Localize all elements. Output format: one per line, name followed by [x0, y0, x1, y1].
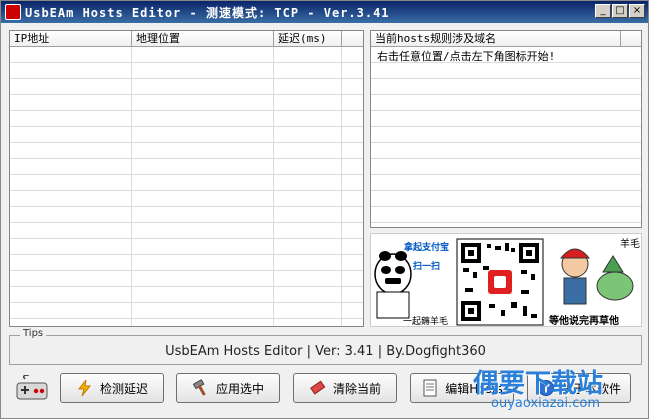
ad-text-mid: 扫一扫: [413, 262, 441, 272]
hosts-domain-table[interactable]: 当前hosts规则涉及域名 右击任意位置/点击左下角图标开始!: [370, 30, 642, 228]
column-divider: [273, 47, 274, 326]
apply-selected-label: 应用选中: [215, 381, 264, 396]
test-latency-button[interactable]: 检测延迟: [60, 373, 164, 403]
hint-text: 右击任意位置/点击左下角图标开始!: [377, 50, 556, 63]
clear-current-button[interactable]: 清除当前: [293, 373, 397, 403]
info-icon: [537, 379, 555, 397]
window-title: UsbEAm Hosts Editor - 测速模式: TCP - Ver.3.…: [25, 6, 390, 20]
gamepad-icon[interactable]: [15, 374, 49, 401]
tips-legend: Tips: [20, 328, 47, 339]
minimize-button[interactable]: _: [595, 4, 611, 18]
column-header-location[interactable]: 地理位置: [132, 31, 274, 47]
tips-text: UsbEAm Hosts Editor | Ver: 3.41 | By.Dog…: [165, 344, 486, 359]
title-bar[interactable]: UsbEAm Hosts Editor - 测速模式: TCP - Ver.3.…: [1, 1, 648, 23]
qr-ad-banner[interactable]: 拿起支付宝 扫一扫 一起薅羊毛 等他说完再草他 羊毛: [370, 233, 642, 327]
column-header-filler: [621, 31, 641, 47]
table-rows[interactable]: [371, 47, 641, 227]
maximize-button[interactable]: □: [612, 4, 628, 18]
column-header-domains[interactable]: 当前hosts规则涉及域名: [371, 31, 621, 47]
ad-tag: 羊毛: [620, 239, 640, 250]
ad-text-top: 拿起支付宝: [404, 243, 450, 253]
about-button[interactable]: 关于本软件: [527, 373, 631, 403]
document-icon: [421, 379, 439, 397]
tips-group: Tips UsbEAm Hosts Editor | Ver: 3.41 | B…: [9, 328, 642, 365]
test-latency-label: 检测延迟: [99, 381, 148, 396]
about-label: 关于本软件: [560, 381, 621, 396]
column-divider: [131, 47, 132, 326]
main-window: UsbEAm Hosts Editor - 测速模式: TCP - Ver.3.…: [0, 0, 649, 419]
apply-selected-button[interactable]: 应用选中: [176, 373, 280, 403]
lightning-icon: [76, 379, 94, 397]
ad-text-bottom: 一起薅羊毛: [403, 317, 449, 327]
app-icon[interactable]: [5, 4, 21, 20]
column-divider: [341, 47, 342, 326]
column-header-latency[interactable]: 延迟(ms): [274, 31, 342, 47]
clear-current-label: 清除当前: [332, 381, 381, 396]
eraser-icon: [309, 379, 327, 397]
table-rows[interactable]: [10, 47, 363, 326]
ip-latency-table[interactable]: IP地址 地理位置 延迟(ms): [9, 30, 364, 327]
close-button[interactable]: ×: [629, 4, 645, 18]
edit-hosts-button[interactable]: 编辑Hosts: [410, 373, 514, 403]
column-header-filler: [342, 31, 363, 47]
edit-hosts-label: 编辑Hosts: [445, 381, 503, 396]
hammer-icon: [192, 379, 210, 397]
ad-caption: 等他说完再草他: [549, 316, 619, 327]
column-header-ip[interactable]: IP地址: [10, 31, 132, 47]
